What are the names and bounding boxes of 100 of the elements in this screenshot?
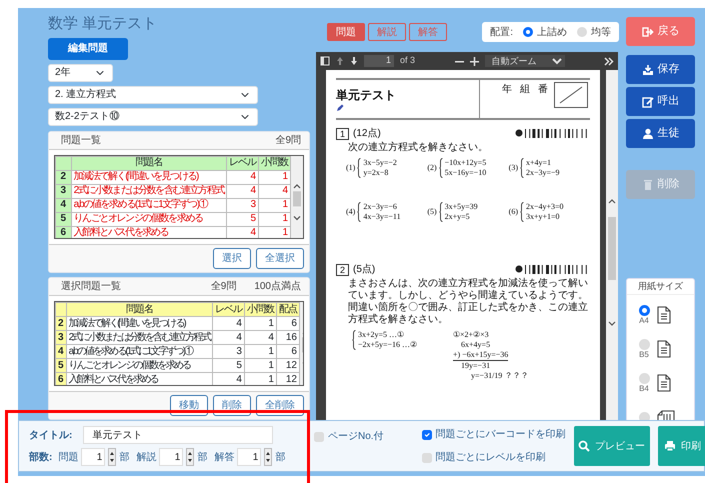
zoom-dropdown[interactable]: 自動ズーム — [484, 55, 565, 67]
table-cell[interactable]: りんごとオレンジの個数を求める — [71, 212, 226, 226]
table-cell[interactable]: 4 — [212, 316, 244, 331]
arrow-down-icon[interactable] — [350, 56, 358, 66]
name-mark: 番 — [538, 82, 548, 97]
row-number: 5 — [56, 212, 72, 226]
spinner-arrows[interactable] — [186, 448, 194, 466]
column-header[interactable]: 問題名 — [71, 156, 226, 170]
column-header[interactable]: レベル — [226, 156, 258, 170]
equation-line: 3x+y+1=0 — [526, 212, 561, 222]
spinner-arrows[interactable] — [108, 448, 116, 466]
radio-button[interactable] — [638, 304, 650, 316]
sidebar-toggle-icon[interactable] — [320, 56, 330, 66]
action-button[interactable]: 全選択 — [256, 248, 304, 270]
brace — [520, 202, 524, 222]
edit-button[interactable]: 編集問題 — [48, 38, 128, 60]
page-field[interactable]: 1 — [364, 55, 394, 67]
brace — [357, 158, 362, 178]
column-header[interactable]: レベル — [212, 302, 244, 317]
open-button[interactable]: 呼出 — [626, 87, 695, 116]
table-cell[interactable]: 加減法で解く(間違いを見つける) — [66, 316, 212, 331]
table-cell[interactable]: 3 — [226, 198, 258, 212]
spinner-arrows[interactable] — [264, 448, 272, 466]
number-field[interactable]: 1 — [237, 448, 262, 466]
problem-text: まさおさんは、次の連立方程式を加減法を使って解いています。しかし、どうやら間違えているようです。間違い箇所を〇で囲み、訂正した式をかき、この連立方程式を解きなさい。 — [348, 278, 589, 326]
radio-button[interactable] — [638, 338, 650, 350]
radio-button[interactable] — [577, 27, 587, 37]
dropdown[interactable]: 2. 連立方程式 — [48, 86, 258, 104]
checkbox[interactable] — [422, 430, 432, 440]
row-number: 6 — [56, 372, 66, 385]
total-label: 100点満点 — [254, 280, 301, 294]
radio-button[interactable] — [638, 372, 650, 384]
option-label: 均等 — [591, 26, 611, 40]
dropdown[interactable]: 2年 — [48, 64, 113, 82]
table-cell[interactable]: 入館料とバス代を求める — [66, 372, 212, 385]
column-header[interactable]: 小問数 — [258, 156, 290, 170]
barcode — [525, 129, 590, 138]
table-cell[interactable]: 4 — [244, 330, 276, 345]
points-label: (5点) — [353, 262, 376, 277]
scrollbar[interactable] — [291, 156, 303, 238]
double-chevron-icon[interactable] — [604, 56, 614, 66]
save-button[interactable]: 保存 — [626, 55, 695, 84]
field-label: 解説 — [136, 450, 156, 464]
table-cell[interactable]: 12 — [276, 358, 300, 373]
table-cell[interactable]: 4 — [226, 184, 258, 198]
table-cell[interactable]: 加減法で解く(間違いを見つける) — [71, 170, 226, 184]
table-cell[interactable]: 5 — [212, 358, 244, 373]
equation-line: 2x+y=5 — [444, 212, 471, 222]
exit-icon — [642, 26, 654, 38]
table-cell[interactable]: 16 — [276, 330, 300, 345]
trash-icon — [642, 178, 654, 190]
printer-icon — [664, 440, 676, 452]
zoom-in-icon[interactable] — [470, 56, 479, 66]
column-header[interactable]: 小問数 — [244, 302, 276, 317]
brace — [438, 158, 443, 178]
table-cell[interactable]: 4 — [212, 330, 244, 345]
person-icon — [642, 128, 654, 140]
table-cell[interactable]: 4 — [226, 170, 258, 184]
column-header[interactable]: 配点 — [276, 302, 300, 317]
title-field[interactable]: 単元テスト — [83, 426, 274, 444]
page-icon — [657, 306, 671, 324]
brace — [520, 158, 524, 178]
row-number: 3 — [56, 330, 66, 345]
equation-line: 2x−3y=−6 — [363, 202, 398, 212]
equation-line: 5x−16y=−10 — [444, 168, 486, 178]
points-label: (12点) — [353, 126, 381, 141]
disc-icon — [515, 265, 523, 273]
table-cell[interactable]: 入館料とバス代を求める — [71, 226, 226, 238]
option-caption: 配置: — [490, 26, 513, 40]
equation-line: 2x−4y+3=0 — [526, 202, 564, 212]
table-cell[interactable]: 1 — [244, 316, 276, 331]
table-cell[interactable]: りんごとオレンジの個数を求める — [66, 358, 212, 373]
action-button[interactable]: 選択 — [213, 248, 251, 270]
number-field[interactable]: 1 — [81, 448, 106, 466]
option-label: B4 — [639, 384, 649, 394]
dropdown[interactable]: 数2-2テスト⑩ — [48, 108, 258, 126]
table-cell[interactable]: 3 — [212, 344, 244, 359]
view-tab[interactable]: 問題 — [327, 23, 365, 41]
radio-button[interactable] — [523, 27, 533, 37]
column-header[interactable]: 問題名 — [66, 302, 212, 317]
field-label: 解答 — [214, 450, 234, 464]
table-cell[interactable]: 1 — [244, 344, 276, 359]
unit-label: 部 — [197, 450, 208, 464]
equation-line: ①×2+②×3 — [453, 330, 489, 340]
equation-line: x+4y=1 — [526, 158, 552, 168]
table-cell[interactable]: 6 — [276, 316, 300, 331]
scrollbar[interactable] — [606, 70, 618, 420]
arrow-up-icon[interactable] — [336, 56, 344, 66]
table-cell[interactable]: 6 — [276, 344, 300, 359]
student-button[interactable]: 生徒 — [626, 119, 695, 148]
table-cell[interactable]: 5 — [226, 212, 258, 226]
row-number: 3 — [56, 184, 72, 198]
equation-line: −10x+12y=5 — [444, 158, 486, 168]
option-label: 上詰め — [537, 26, 567, 40]
equation-line: 3x+2y=5 …① — [358, 330, 406, 340]
table-cell[interactable]: 1 — [244, 358, 276, 373]
number-field[interactable]: 1 — [159, 448, 184, 466]
field-label: タイトル: — [29, 428, 72, 442]
name-mark: 年 — [502, 83, 512, 97]
name-mark: 組 — [520, 83, 530, 97]
